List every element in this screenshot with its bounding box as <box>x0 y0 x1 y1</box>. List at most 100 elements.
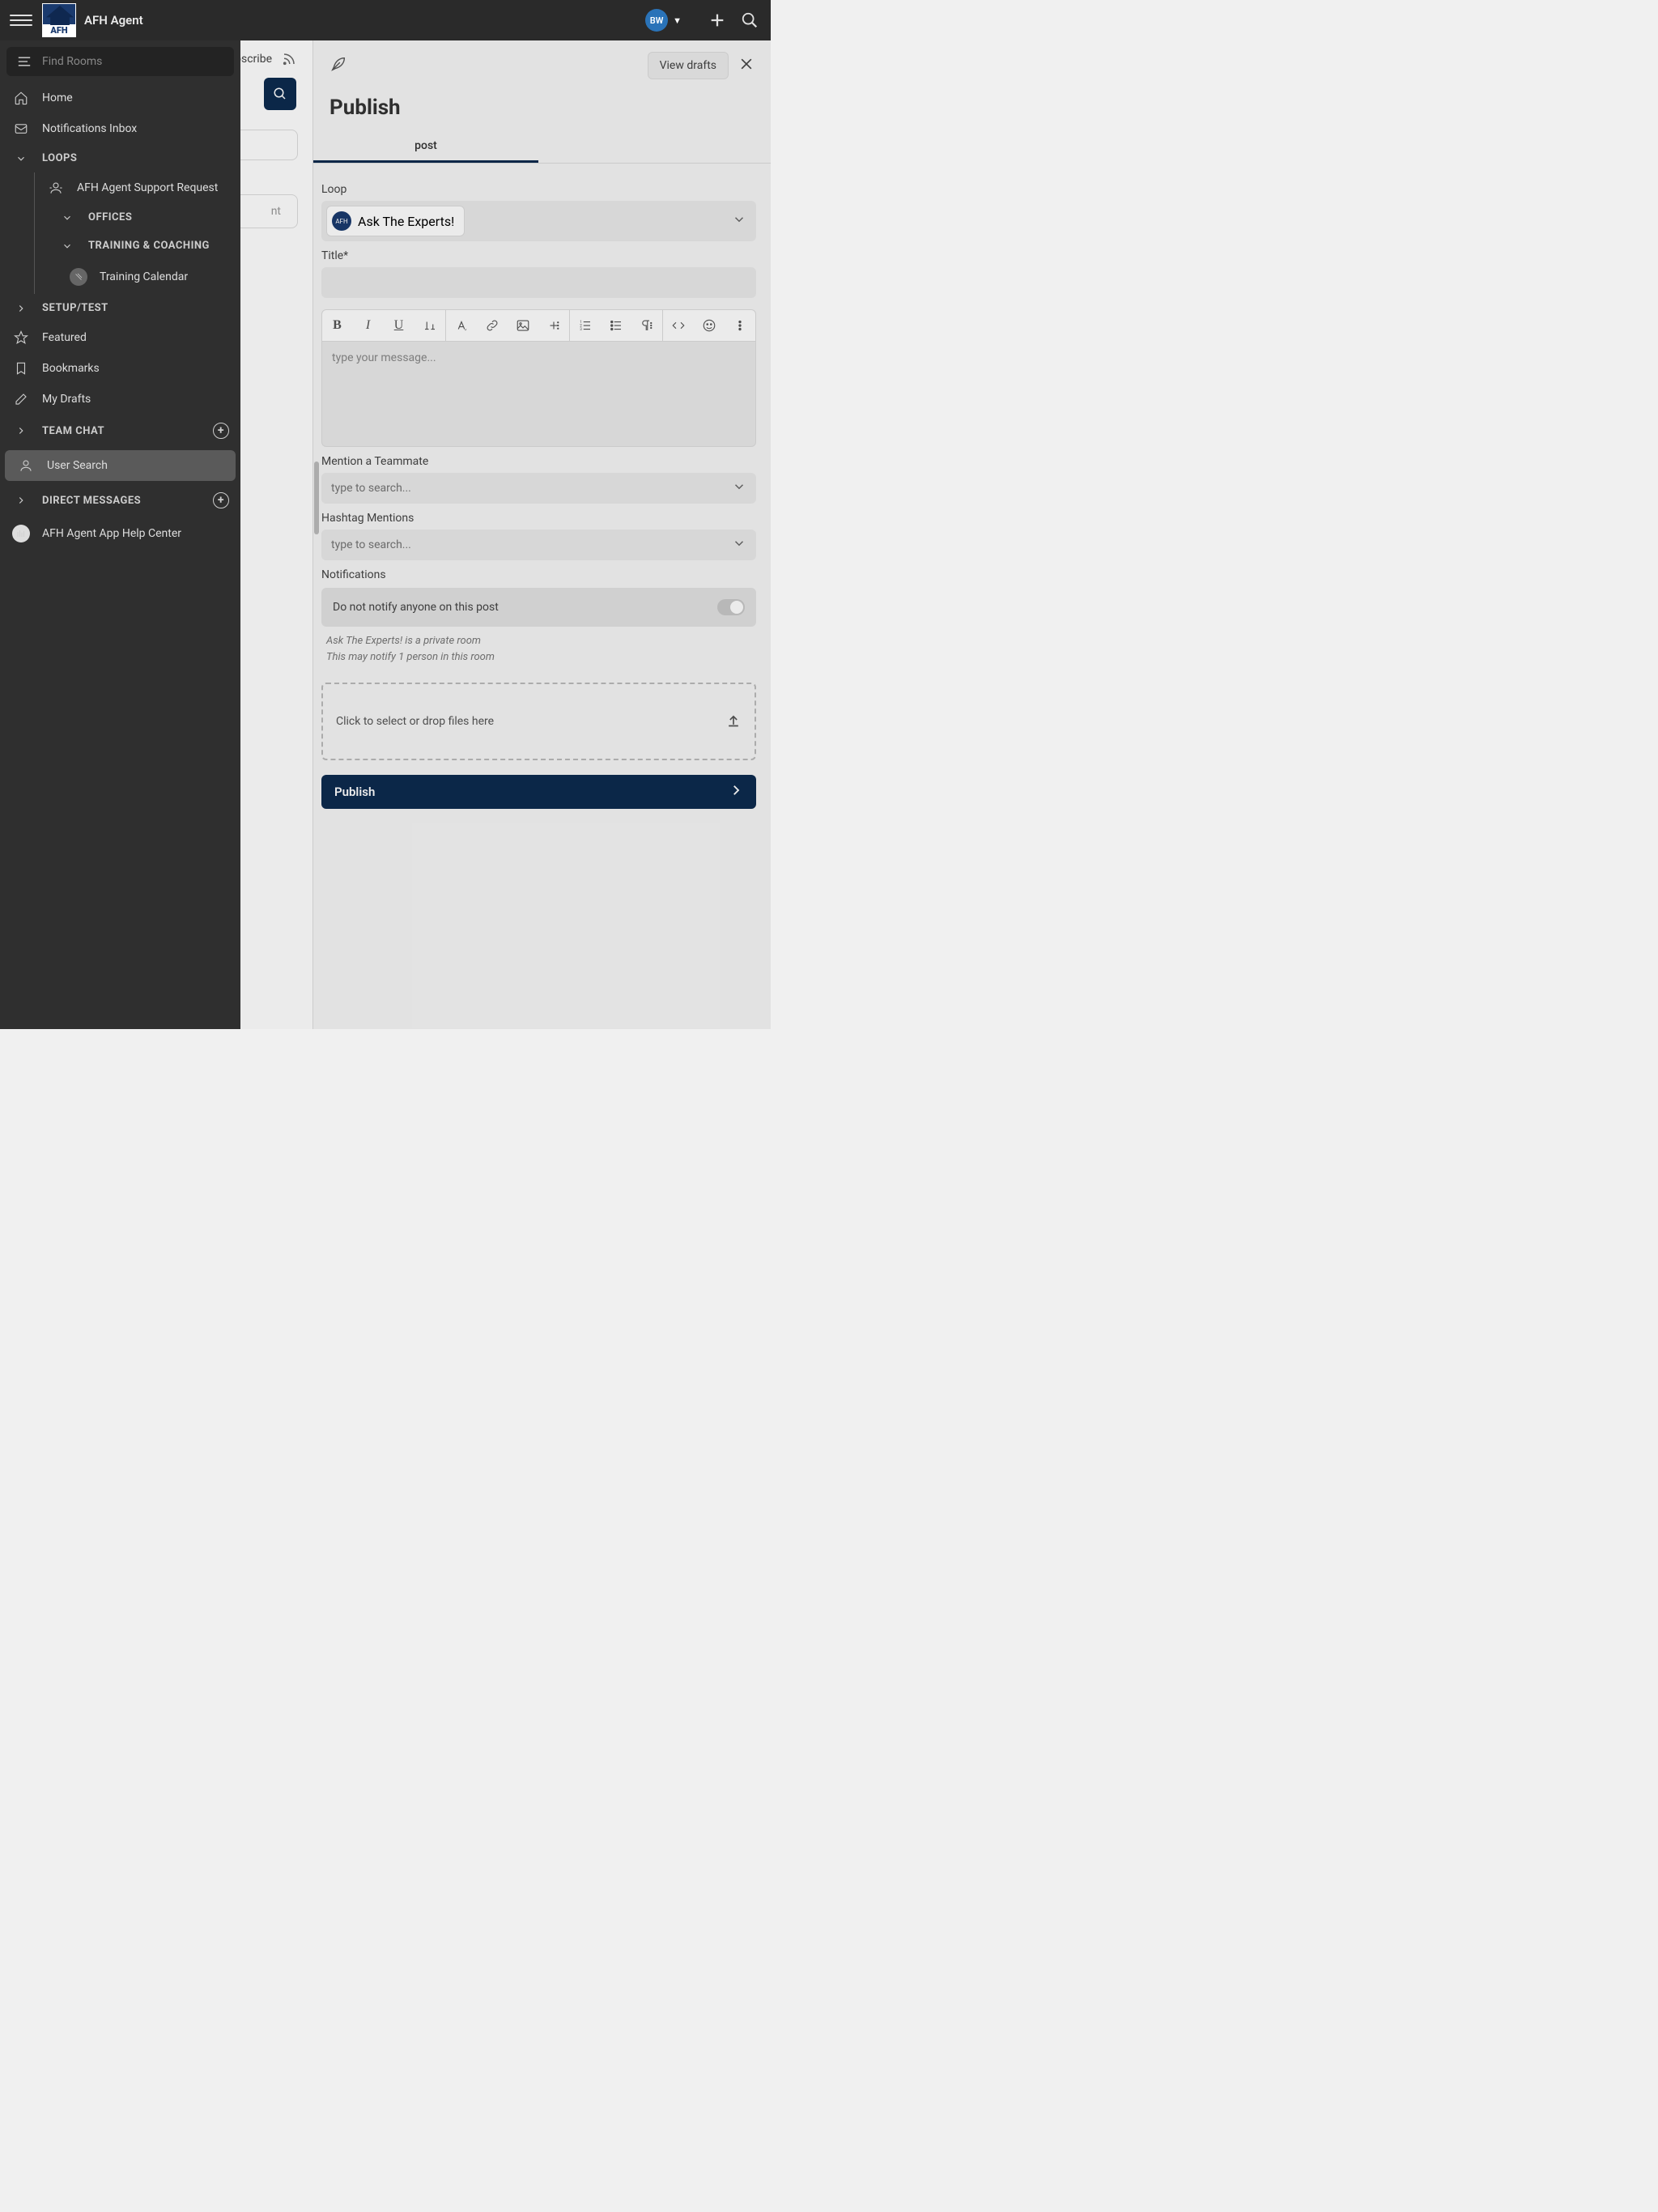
sidebar-item-label: Training Calendar <box>100 270 188 283</box>
logo-text: AFH <box>43 24 75 36</box>
sidebar-item-drafts[interactable]: My Drafts <box>0 384 240 415</box>
loop-chip-avatar: AFH <box>332 211 351 231</box>
title-input[interactable] <box>321 267 756 298</box>
sidebar-item-home[interactable]: Home <box>0 83 240 113</box>
dropzone-label: Click to select or drop files here <box>336 715 494 728</box>
sidebar-section-loops[interactable]: LOOPS <box>0 144 240 172</box>
app-title: AFH Agent <box>84 13 143 28</box>
sidebar-section-label: TEAM CHAT <box>42 425 104 437</box>
sidebar-item-bookmarks[interactable]: Bookmarks <box>0 353 240 384</box>
bookmark-icon <box>11 361 31 376</box>
ordered-list-button[interactable]: 123 <box>570 310 601 341</box>
search-button[interactable] <box>738 9 761 32</box>
font-color-button[interactable] <box>446 310 477 341</box>
chevron-right-icon <box>11 425 31 436</box>
support-icon <box>46 181 66 195</box>
bullet-list-button[interactable] <box>601 310 631 341</box>
italic-button[interactable]: I <box>353 310 384 341</box>
sidebar-item-featured[interactable]: Featured <box>0 322 240 353</box>
rss-icon[interactable] <box>282 52 296 66</box>
chevron-down-icon <box>732 536 746 554</box>
sidebar-section-training[interactable]: TRAINING & COACHING <box>35 232 240 260</box>
loop-label: Loop <box>321 183 756 196</box>
inbox-icon <box>11 121 31 136</box>
star-icon <box>11 330 31 345</box>
loop-chip[interactable]: AFH Ask The Experts! <box>326 206 465 236</box>
chevron-right-icon <box>11 303 31 314</box>
close-publish-button[interactable] <box>738 56 755 75</box>
emoji-button[interactable] <box>694 310 725 341</box>
sidebar-item-label: AFH Agent App Help Center <box>42 527 181 540</box>
scrollbar-thumb[interactable] <box>314 462 319 534</box>
edit-icon <box>11 392 31 406</box>
code-button[interactable] <box>663 310 694 341</box>
find-rooms-placeholder: Find Rooms <box>42 55 102 68</box>
user-avatar[interactable]: BW <box>645 9 668 32</box>
sidebar-item-user-search[interactable]: User Search <box>5 450 236 481</box>
chevron-down-icon <box>57 212 77 223</box>
notif-hint-count: This may notify 1 person in this room <box>326 649 756 666</box>
tab-post[interactable]: post <box>313 131 538 163</box>
notif-toggle[interactable] <box>717 599 745 615</box>
feed-search-button[interactable] <box>264 78 296 110</box>
sidebar-section-teamchat[interactable]: TEAM CHAT + <box>0 415 240 447</box>
link-button[interactable] <box>477 310 508 341</box>
publish-panel: View drafts Publish post Loop AFH Ask Th… <box>313 40 771 1029</box>
chevron-down-icon <box>732 479 746 497</box>
sidebar-item-label: Home <box>42 91 73 104</box>
sidebar-section-offices[interactable]: OFFICES <box>35 203 240 232</box>
chevron-down-icon <box>57 240 77 252</box>
sidebar-section-label: TRAINING & COACHING <box>88 240 210 252</box>
message-editor[interactable]: type your message... <box>321 342 756 447</box>
user-menu-caret[interactable]: ▼ <box>673 15 682 26</box>
mention-search-input[interactable] <box>321 473 732 504</box>
title-label: Title* <box>321 249 756 262</box>
menu-toggle-button[interactable] <box>10 9 32 32</box>
sidebar-item-notifications[interactable]: Notifications Inbox <box>0 113 240 144</box>
insert-more-button[interactable] <box>538 310 569 341</box>
paragraph-button[interactable] <box>631 310 662 341</box>
underline-button[interactable]: U <box>384 310 414 341</box>
home-icon <box>11 91 31 105</box>
sidebar-item-label: Featured <box>42 331 87 344</box>
sidebar-item-help-center[interactable]: AFH Agent App Help Center <box>0 517 240 551</box>
sidebar-item-support-request[interactable]: AFH Agent Support Request <box>35 172 240 203</box>
app-logo[interactable]: AFH <box>42 3 76 37</box>
chevron-down-icon <box>11 153 31 164</box>
chevron-down-icon <box>732 212 746 230</box>
font-size-button[interactable] <box>414 310 445 341</box>
sidebar-item-training-calendar[interactable]: Training Calendar <box>46 260 240 294</box>
hashtag-label: Hashtag Mentions <box>321 512 756 525</box>
chevron-right-icon <box>11 495 31 506</box>
publish-heading: Publish <box>313 91 771 131</box>
more-tools-button[interactable] <box>725 310 755 341</box>
add-dm-button[interactable]: + <box>213 492 229 508</box>
image-button[interactable] <box>508 310 538 341</box>
feather-icon <box>329 55 347 76</box>
notifications-label: Notifications <box>321 568 756 581</box>
hashtag-search-input[interactable] <box>321 530 732 560</box>
notif-toggle-label: Do not notify anyone on this post <box>333 601 499 614</box>
loop-selector[interactable]: AFH Ask The Experts! <box>321 201 756 241</box>
sidebar-section-setup[interactable]: SETUP/TEST <box>0 294 240 322</box>
calendar-circle-icon <box>69 268 88 286</box>
publish-button[interactable]: Publish <box>321 775 756 809</box>
sidebar-section-label: OFFICES <box>88 211 132 223</box>
notif-hint-private: Ask The Experts! is a private room <box>326 633 756 649</box>
bold-button[interactable]: B <box>322 310 353 341</box>
help-icon <box>11 525 31 542</box>
sidebar-item-label: Bookmarks <box>42 362 100 375</box>
find-rooms-input[interactable]: Find Rooms <box>6 47 234 76</box>
editor-toolbar: B I U 123 <box>321 309 756 342</box>
sidebar-item-label: Notifications Inbox <box>42 122 137 135</box>
user-icon <box>16 458 36 473</box>
file-dropzone[interactable]: Click to select or drop files here <box>321 683 756 760</box>
sidebar-section-label: SETUP/TEST <box>42 302 108 314</box>
add-teamchat-button[interactable]: + <box>213 423 229 439</box>
svg-text:3: 3 <box>580 327 582 332</box>
add-button[interactable] <box>706 9 729 32</box>
view-drafts-button[interactable]: View drafts <box>648 52 729 79</box>
sidebar-section-dm[interactable]: DIRECT MESSAGES + <box>0 484 240 517</box>
publish-button-label: Publish <box>334 785 375 799</box>
sidebar-item-label: User Search <box>47 459 108 472</box>
